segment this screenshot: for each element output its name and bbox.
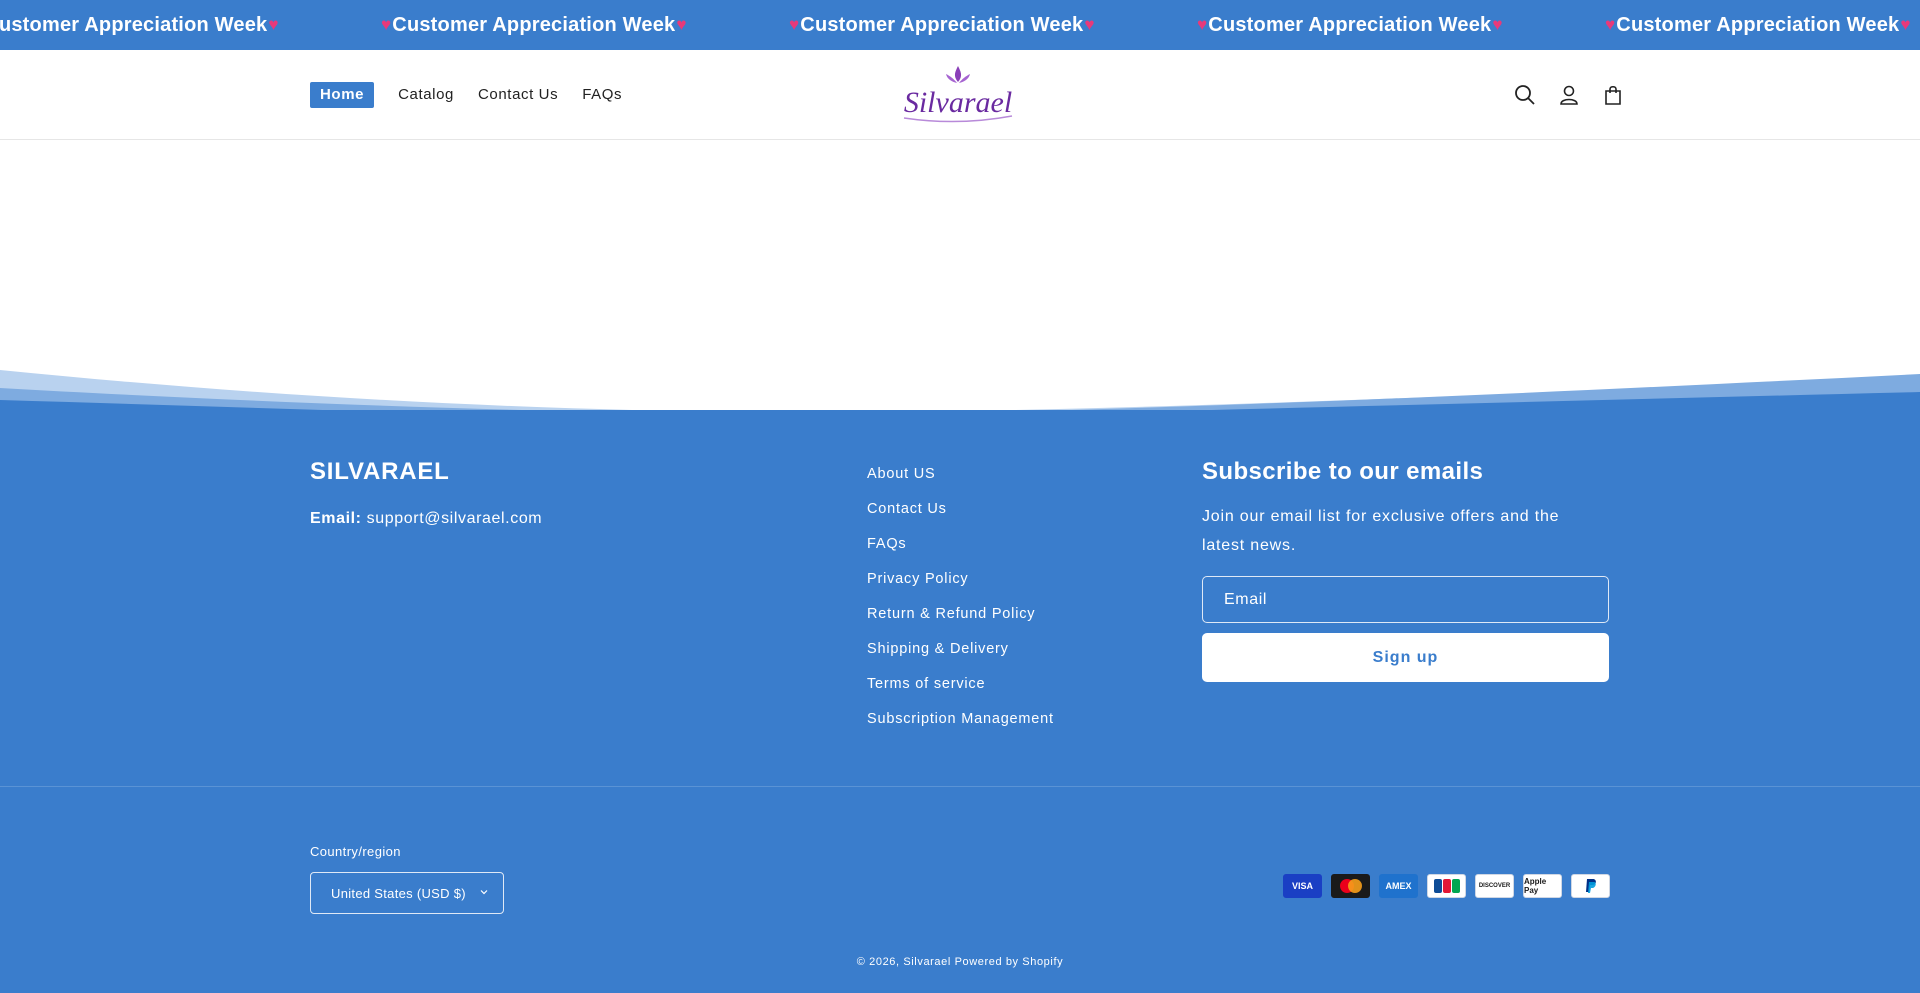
footer-link-contact[interactable]: Contact Us [867,499,1054,534]
heart-icon: ♥ [1900,15,1911,34]
footer-link-refund[interactable]: Return & Refund Policy [867,604,1054,639]
account-icon[interactable] [1554,80,1584,110]
announcement-text: Customer Appreciation Week [1616,13,1900,36]
email-link[interactable]: support@silvarael.com [367,510,543,527]
newsletter-title: Subscribe to our emails [1202,458,1484,485]
announcement-item: ♥Customer Appreciation Week♥ [788,14,1196,37]
heart-icon: ♥ [789,15,800,34]
heart-icon: ♥ [1197,15,1208,34]
announcement-text: Customer Appreciation Week [392,13,676,36]
footer-link-terms[interactable]: Terms of service [867,674,1054,709]
discover-icon: DISCOVER [1475,874,1514,898]
apple-pay-icon: Apple Pay [1523,874,1562,898]
mastercard-icon [1331,874,1370,898]
footer-divider [0,786,1920,787]
footer-link-about[interactable]: About US [867,464,1054,499]
announcement-bar: ♥Customer Appreciation Week♥♥Customer Ap… [0,0,1920,50]
site-footer: SILVARAEL Email: support@silvarael.com A… [0,410,1920,993]
chevron-down-icon [480,890,488,895]
announcement-track: ♥Customer Appreciation Week♥♥Customer Ap… [0,0,1920,50]
announcement-text: Customer Appreciation Week [0,13,268,36]
logo-graphic: Silvarael [904,66,1012,123]
payment-icons: VISA AMEX DISCOVER Apple Pay [1283,874,1619,898]
announcement-item: ♥Customer Appreciation Week♥ [1604,14,1920,37]
footer-link-shipping[interactable]: Shipping & Delivery [867,639,1054,674]
announcement-item: ♥Customer Appreciation Week♥ [0,14,380,37]
site-header: Home Catalog Contact Us FAQs Silvarael [0,50,1920,140]
paypal-icon [1571,874,1610,898]
copyright: © 2026, Silvarael Powered by Shopify [856,956,1064,968]
footer-link-privacy[interactable]: Privacy Policy [867,569,1054,604]
nav-contact-us[interactable]: Contact Us [478,84,558,106]
announcement-item: ♥Customer Appreciation Week♥ [1196,14,1604,37]
footer-link-subscription[interactable]: Subscription Management [867,709,1054,744]
announcement-item: ♥Customer Appreciation Week♥ [380,14,788,37]
email-placeholder: Email [1224,590,1268,608]
logo-text: Silvarael [904,86,1012,119]
nav-home[interactable]: Home [310,82,375,108]
cart-icon[interactable] [1598,80,1628,110]
email-label: Email: [310,510,362,527]
heart-icon: ♥ [676,15,687,34]
footer-brand: SILVARAEL [310,458,450,485]
search-icon[interactable] [1510,80,1540,110]
newsletter-email-input[interactable]: Email [1202,576,1609,623]
jcb-icon [1427,874,1466,898]
site-logo[interactable]: Silvarael [884,60,1032,128]
heart-icon: ♥ [1084,15,1095,34]
main-nav: Home Catalog Contact Us FAQs [310,82,646,108]
announcement-text: Customer Appreciation Week [800,13,1084,36]
signup-button[interactable]: Sign up [1202,633,1609,682]
nav-faqs[interactable]: FAQs [582,84,622,106]
country-value: United States (USD $) [331,885,466,901]
footer-link-faqs[interactable]: FAQs [867,534,1054,569]
amex-icon: AMEX [1379,874,1418,898]
visa-icon: VISA [1283,874,1322,898]
nav-catalog[interactable]: Catalog [398,84,454,106]
heart-icon: ♥ [1492,15,1503,34]
country-select[interactable]: United States (USD $) [310,872,504,914]
heart-icon: ♥ [381,15,392,34]
heart-icon: ♥ [1605,15,1616,34]
footer-links: About US Contact Us FAQs Privacy Policy … [867,464,1054,744]
footer-email: Email: support@silvarael.com [310,510,542,528]
heart-icon: ♥ [268,15,279,34]
newsletter-text: Join our email list for exclusive offers… [1202,508,1560,554]
header-icons [1496,80,1628,110]
announcement-text: Customer Appreciation Week [1208,13,1492,36]
country-label: Country/region [310,844,401,859]
newsletter: Subscribe to our emails Join our email l… [1202,458,1609,682]
